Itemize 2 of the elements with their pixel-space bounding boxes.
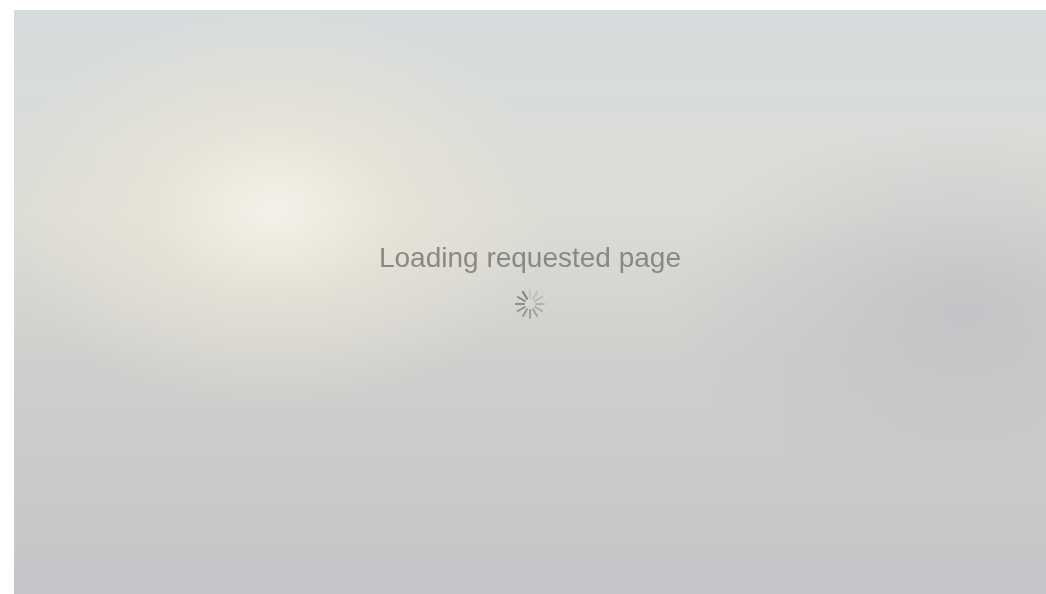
loading-message: Loading requested page xyxy=(378,244,681,272)
spinner-icon xyxy=(512,286,548,322)
